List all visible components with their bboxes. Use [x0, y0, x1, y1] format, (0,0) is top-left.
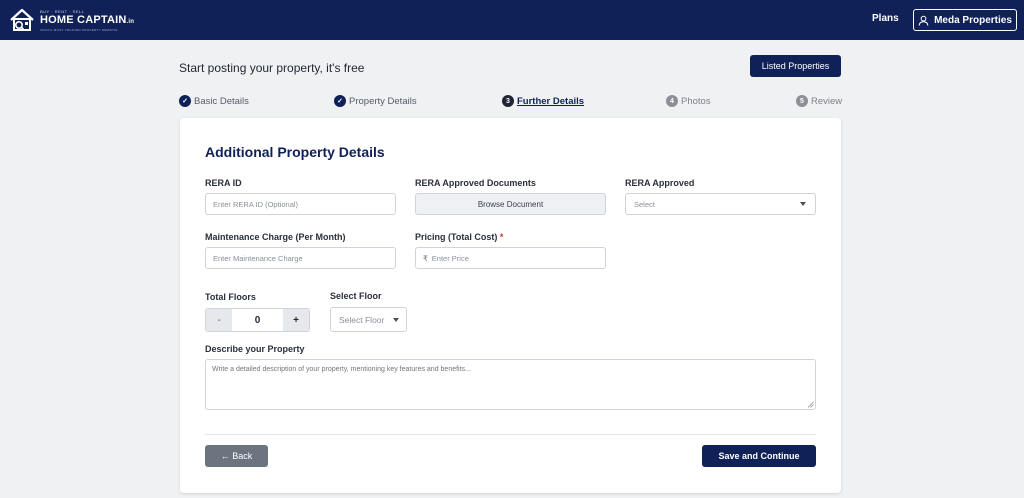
maintenance-label: Maintenance Charge (Per Month): [205, 232, 346, 242]
step-basic-details[interactable]: ✓ Basic Details: [179, 95, 249, 107]
rera-docs-label: RERA Approved Documents: [415, 178, 536, 188]
form-title: Additional Property Details: [205, 144, 385, 160]
back-button[interactable]: ← Back: [205, 445, 268, 467]
step-number-badge: 5: [796, 95, 808, 107]
check-icon: ✓: [334, 95, 346, 107]
step-further-details[interactable]: 3 Further Details: [502, 95, 584, 107]
step-number-badge: 3: [502, 95, 514, 107]
step-label: Review: [811, 95, 843, 107]
step-label: Property Details: [349, 95, 417, 107]
step-label: Further Details: [517, 95, 585, 107]
select-floor-dropdown[interactable]: Select Floor: [330, 307, 407, 332]
rera-approved-label: RERA Approved: [625, 178, 695, 188]
description-textarea[interactable]: [205, 359, 816, 410]
pricing-input[interactable]: ₹ Enter Price: [415, 247, 606, 269]
increment-button[interactable]: +: [283, 309, 309, 331]
pricing-label-text: Pricing (Total Cost): [415, 232, 498, 242]
house-logo-icon: [8, 6, 36, 34]
browse-document-button[interactable]: Browse Document: [415, 193, 606, 215]
form-card: Additional Property Details RERA ID RERA…: [180, 118, 841, 493]
decrement-button[interactable]: -: [206, 309, 232, 331]
account-name: Meda Properties: [934, 14, 1012, 26]
nav-plans-link[interactable]: Plans: [872, 13, 899, 24]
check-icon: ✓: [179, 95, 191, 107]
total-floors-label: Total Floors: [205, 292, 256, 302]
account-button[interactable]: Meda Properties: [913, 9, 1017, 31]
brand-tagline: INDIA'S MOST TRUSTED PROPERTY WEBSITE: [40, 27, 118, 32]
step-label: Photos: [681, 95, 711, 107]
required-asterisk: *: [499, 232, 504, 242]
pricing-label: Pricing (Total Cost) *: [415, 232, 503, 242]
step-photos[interactable]: 4 Photos: [666, 95, 711, 107]
total-floors-value[interactable]: 0: [232, 309, 283, 331]
divider: [205, 434, 816, 435]
total-floors-stepper: - 0 +: [205, 308, 310, 332]
rupee-icon: ₹: [423, 253, 428, 263]
description-label: Describe your Property: [205, 344, 305, 354]
rera-id-label: RERA ID: [205, 178, 242, 188]
step-property-details[interactable]: ✓ Property Details: [334, 95, 417, 107]
pricing-placeholder: Enter Price: [431, 253, 469, 263]
brand-tld: .in: [126, 18, 135, 25]
brand-logo[interactable]: BUY · RENT · SELL HOME CAPTAIN.in INDIA'…: [8, 6, 134, 34]
page-intro: Start posting your property, it's free: [179, 61, 365, 75]
select-floor-label: Select Floor: [330, 291, 382, 301]
listed-properties-button[interactable]: Listed Properties: [750, 55, 841, 77]
brand-name: HOME CAPTAIN.in: [40, 14, 134, 28]
top-navbar: BUY · RENT · SELL HOME CAPTAIN.in INDIA'…: [0, 0, 1024, 40]
step-review[interactable]: 5 Review: [796, 95, 842, 107]
rera-id-input[interactable]: [205, 193, 396, 215]
brand-text: BUY · RENT · SELL HOME CAPTAIN.in INDIA'…: [40, 9, 134, 32]
select-floor-value: Select Floor: [339, 314, 385, 325]
rera-approved-select[interactable]: Select: [625, 193, 816, 215]
caret-down-icon: [800, 202, 806, 206]
resize-handle-icon[interactable]: [807, 401, 814, 408]
caret-down-icon: [393, 318, 399, 322]
brand-name-text: HOME CAPTAIN: [40, 13, 127, 26]
step-label: Basic Details: [194, 95, 249, 107]
user-icon: [918, 15, 929, 26]
step-number-badge: 4: [666, 95, 678, 107]
rera-approved-value: Select: [634, 199, 655, 209]
maintenance-input[interactable]: [205, 247, 396, 269]
save-and-continue-button[interactable]: Save and Continue: [702, 445, 816, 467]
